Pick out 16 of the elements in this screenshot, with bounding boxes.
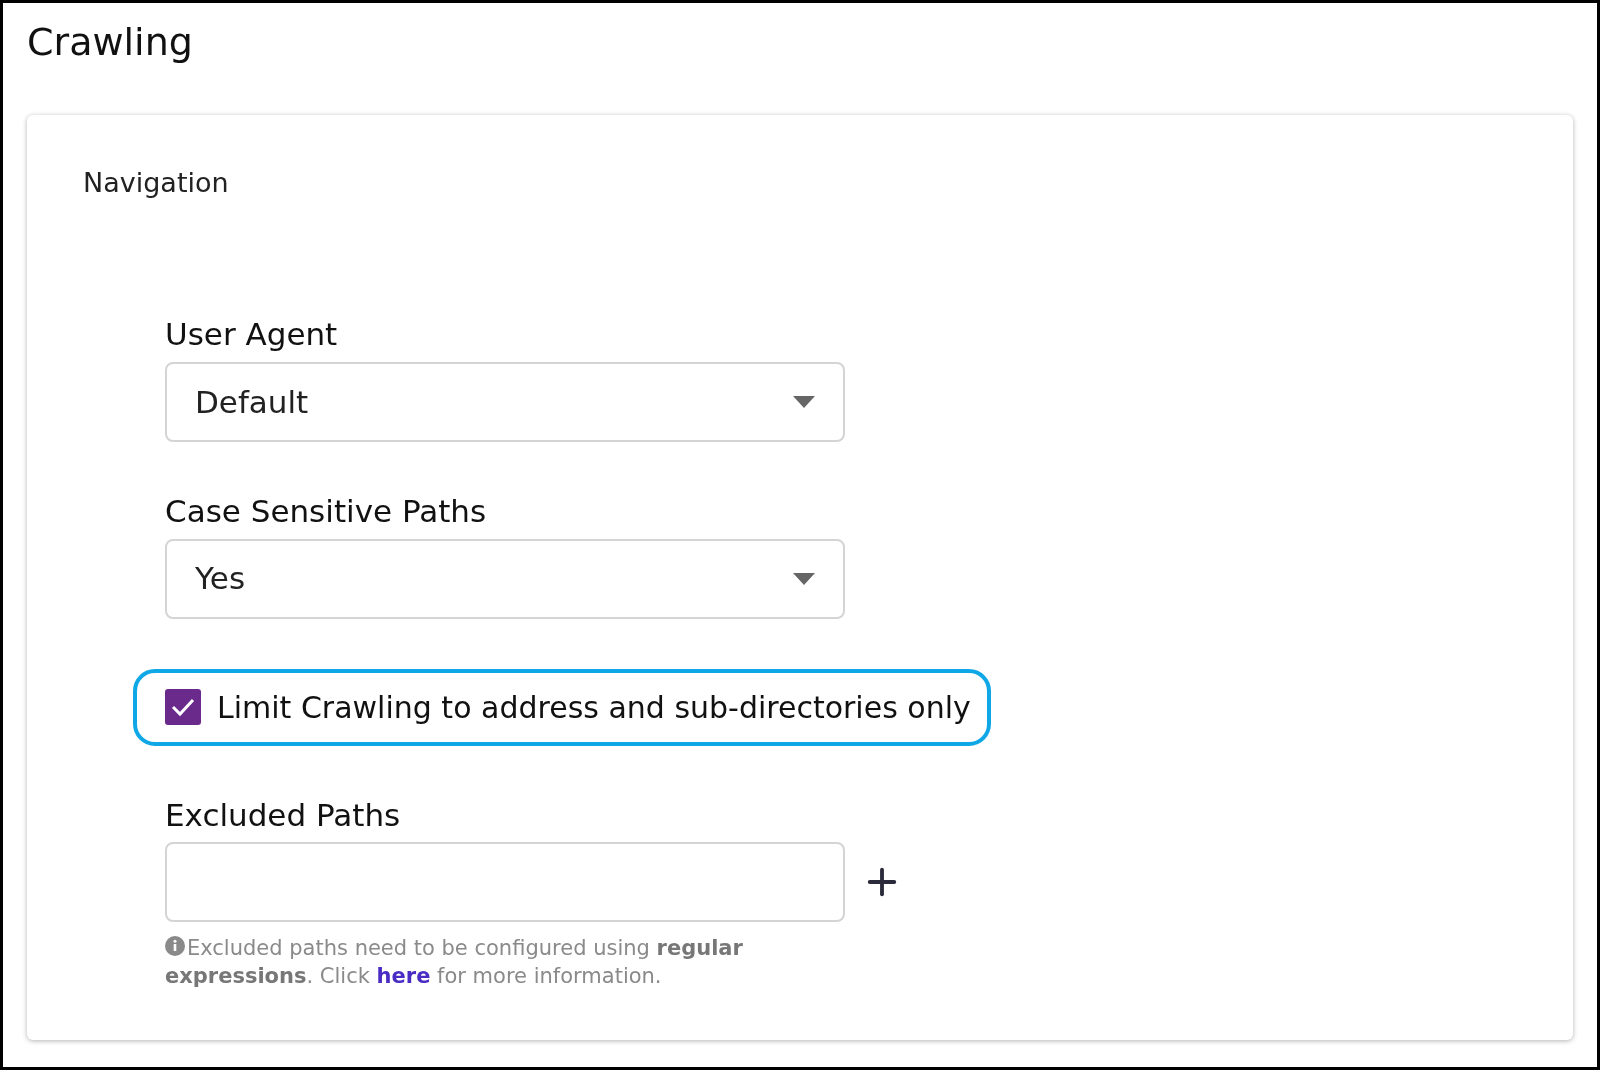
caret-icon — [793, 395, 815, 408]
field-label: User Agent — [165, 315, 339, 354]
section-title: Navigation — [83, 165, 230, 200]
field-label: Case Sensitive Paths — [165, 491, 488, 531]
checkbox[interactable] — [165, 689, 201, 725]
help-text: Excluded paths need to be configured using regular expressions. Click here for more information. — [165, 935, 744, 991]
more-info-link[interactable]: here — [376, 964, 431, 989]
dropdown[interactable]: Default — [165, 361, 845, 442]
info-icon — [165, 936, 185, 957]
caret-icon — [793, 572, 815, 585]
dropdown[interactable]: Yes — [165, 538, 845, 619]
checkmark-icon — [170, 696, 196, 718]
checkbox-label: Limit Crawling to address and sub-directories only — [217, 688, 971, 727]
page-title: Crawling — [27, 19, 194, 66]
field-label: Excluded Paths — [165, 795, 402, 835]
input-field[interactable] — [165, 842, 845, 923]
